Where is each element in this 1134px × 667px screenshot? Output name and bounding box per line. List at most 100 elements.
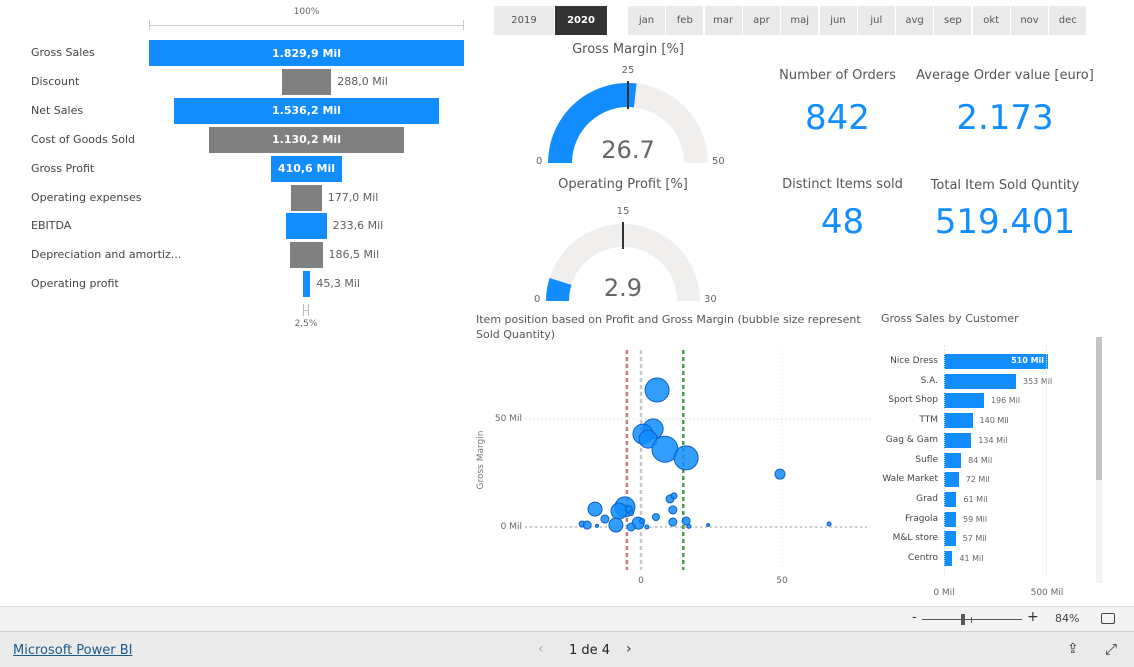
customer-bar[interactable]	[944, 491, 957, 507]
power-bi-link[interactable]: Microsoft Power BI	[13, 643, 132, 658]
funnel-bar[interactable]	[286, 213, 327, 240]
scatter-plot[interactable]	[470, 340, 870, 600]
funnel-bottom-percent: 2,5%	[294, 319, 318, 329]
customer-x-tick-0: 0 Mil	[933, 588, 955, 598]
month-slicer-sep[interactable]: sep	[934, 6, 972, 35]
funnel-bar[interactable]: 1.130,2 Mil	[209, 126, 404, 153]
customer-bar[interactable]	[944, 511, 957, 527]
next-page-icon[interactable]: ›	[626, 641, 632, 657]
scatter-bubble[interactable]	[681, 516, 691, 526]
funnel-value-label: 233,6 Mil	[332, 219, 384, 233]
previous-page-icon[interactable]: ‹	[538, 641, 544, 657]
scatter-bubble[interactable]	[644, 377, 670, 403]
funnel-label: Discount	[31, 74, 80, 88]
scatter-bubble[interactable]	[826, 521, 832, 527]
scatter-bubble[interactable]	[668, 505, 678, 515]
customer-bar[interactable]: 510 Mil	[944, 354, 1049, 369]
funnel-bar[interactable]	[302, 271, 311, 298]
month-slicer-maj[interactable]: maj	[781, 6, 819, 35]
funnel-bar[interactable]: 410,6 Mil	[271, 155, 342, 182]
scatter-bubble[interactable]	[628, 509, 635, 516]
scatter-bubble[interactable]	[582, 520, 592, 530]
share-icon[interactable]: ⇪	[1067, 641, 1079, 657]
gauge-title: Gross Margin [%]	[572, 42, 684, 57]
scatter-bubble[interactable]	[639, 517, 646, 524]
customer-bar[interactable]	[944, 452, 962, 468]
customer-bar[interactable]	[944, 432, 972, 448]
customer-bar[interactable]	[944, 472, 959, 488]
scatter-bubble[interactable]	[706, 523, 711, 528]
gauge-title: Operating Profit [%]	[558, 177, 688, 192]
fullscreen-icon[interactable]: ⤢	[1105, 640, 1117, 658]
funnel-top-bracket	[149, 20, 464, 30]
funnel-top-percent: 100%	[293, 7, 320, 17]
customer-bar[interactable]	[944, 531, 956, 547]
scatter-x-tick-0: 0	[638, 576, 644, 586]
kpi-value-avg-order: 2.173	[956, 98, 1054, 138]
customer-label: Gag & Gam	[885, 434, 938, 445]
kpi-value-orders: 842	[805, 98, 870, 138]
gauge-max: 30	[704, 294, 717, 305]
month-slicer-jun[interactable]: jun	[819, 6, 857, 35]
zoom-in-button[interactable]: +	[1027, 609, 1039, 625]
month-slicer-mar[interactable]: mar	[704, 6, 742, 35]
funnel-bar[interactable]: 1.536,2 Mil	[174, 97, 439, 124]
customer-label: Grad	[916, 493, 938, 504]
funnel-label: Depreciation and amortiz...	[31, 248, 182, 262]
month-slicer-jul[interactable]: jul	[857, 6, 895, 35]
funnel-bottom-bracket	[303, 304, 309, 316]
scatter-bubble[interactable]	[686, 523, 692, 529]
customer-value-label: 510 Mil	[1011, 356, 1045, 365]
scatter-y-tick-0: 0 Mil	[500, 522, 522, 532]
funnel-label: Cost of Goods Sold	[31, 132, 135, 146]
scatter-bubble[interactable]	[673, 445, 699, 471]
scatter-bubble[interactable]	[668, 517, 678, 527]
scatter-bubble[interactable]	[608, 517, 624, 533]
scatter-bubble[interactable]	[587, 501, 603, 517]
gauge-target-label: 25	[621, 65, 635, 76]
funnel-bar[interactable]: 1.829,9 Mil	[149, 40, 464, 66]
customer-scrollbar[interactable]	[1096, 337, 1102, 583]
scatter-bubble[interactable]	[774, 468, 786, 480]
scatter-bubble[interactable]	[670, 492, 678, 500]
month-slicer-feb[interactable]: feb	[666, 6, 704, 35]
month-slicer-nov[interactable]: nov	[1011, 6, 1048, 35]
scatter-x-tick-50: 50	[776, 576, 788, 586]
funnel-value-label: 177,0 Mil	[327, 190, 379, 204]
customer-label: TTM	[919, 415, 938, 426]
kpi-value-distinct-items: 48	[820, 202, 865, 242]
zoom-slider-thumb[interactable]	[961, 614, 966, 625]
customer-chart-title: Gross Sales by Customer	[881, 312, 1019, 325]
funnel-bar[interactable]	[290, 242, 323, 269]
customer-bar[interactable]	[944, 413, 973, 429]
funnel-value-label: 1.536,2 Mil	[272, 104, 341, 118]
fit-to-page-icon[interactable]	[1101, 613, 1115, 624]
month-slicer-jan[interactable]: jan	[628, 6, 665, 35]
customer-label: Fragola	[905, 513, 938, 524]
funnel-bar[interactable]	[291, 184, 322, 211]
month-slicer-okt[interactable]: okt	[972, 6, 1010, 35]
funnel-value-label: 186,5 Mil	[328, 248, 380, 262]
customer-bar[interactable]	[944, 551, 953, 566]
zoom-out-button[interactable]: -	[912, 610, 917, 625]
scatter-bubble[interactable]	[651, 513, 660, 522]
customer-bar[interactable]	[944, 373, 1016, 389]
funnel-bar[interactable]	[281, 68, 332, 95]
kpi-title-avg-order: Average Order value [euro]	[916, 68, 1094, 83]
scatter-bubble[interactable]	[626, 522, 636, 532]
page-indicator: 1 de 4	[569, 643, 611, 658]
month-slicer-avg[interactable]: avg	[896, 6, 934, 35]
footer: Microsoft Power BI ‹ 1 de 4 › ⇪ ⤢	[0, 631, 1134, 667]
scatter-bubble[interactable]	[595, 523, 600, 528]
scatter-bubble[interactable]	[600, 514, 610, 524]
customer-value-label: 140 Mil	[979, 416, 1009, 426]
month-slicer-apr[interactable]: apr	[742, 6, 780, 35]
scatter-bubble[interactable]	[644, 524, 650, 530]
funnel-value-label: 45,3 Mil	[316, 277, 360, 291]
month-slicer-dec[interactable]: dec	[1049, 6, 1087, 35]
year-slicer-2019[interactable]: 2019	[494, 6, 554, 35]
scatter-bubble[interactable]	[610, 502, 628, 520]
customer-bar[interactable]	[944, 393, 984, 409]
zoom-slider[interactable]	[922, 614, 1022, 625]
year-slicer-2020[interactable]: 2020	[555, 6, 607, 35]
